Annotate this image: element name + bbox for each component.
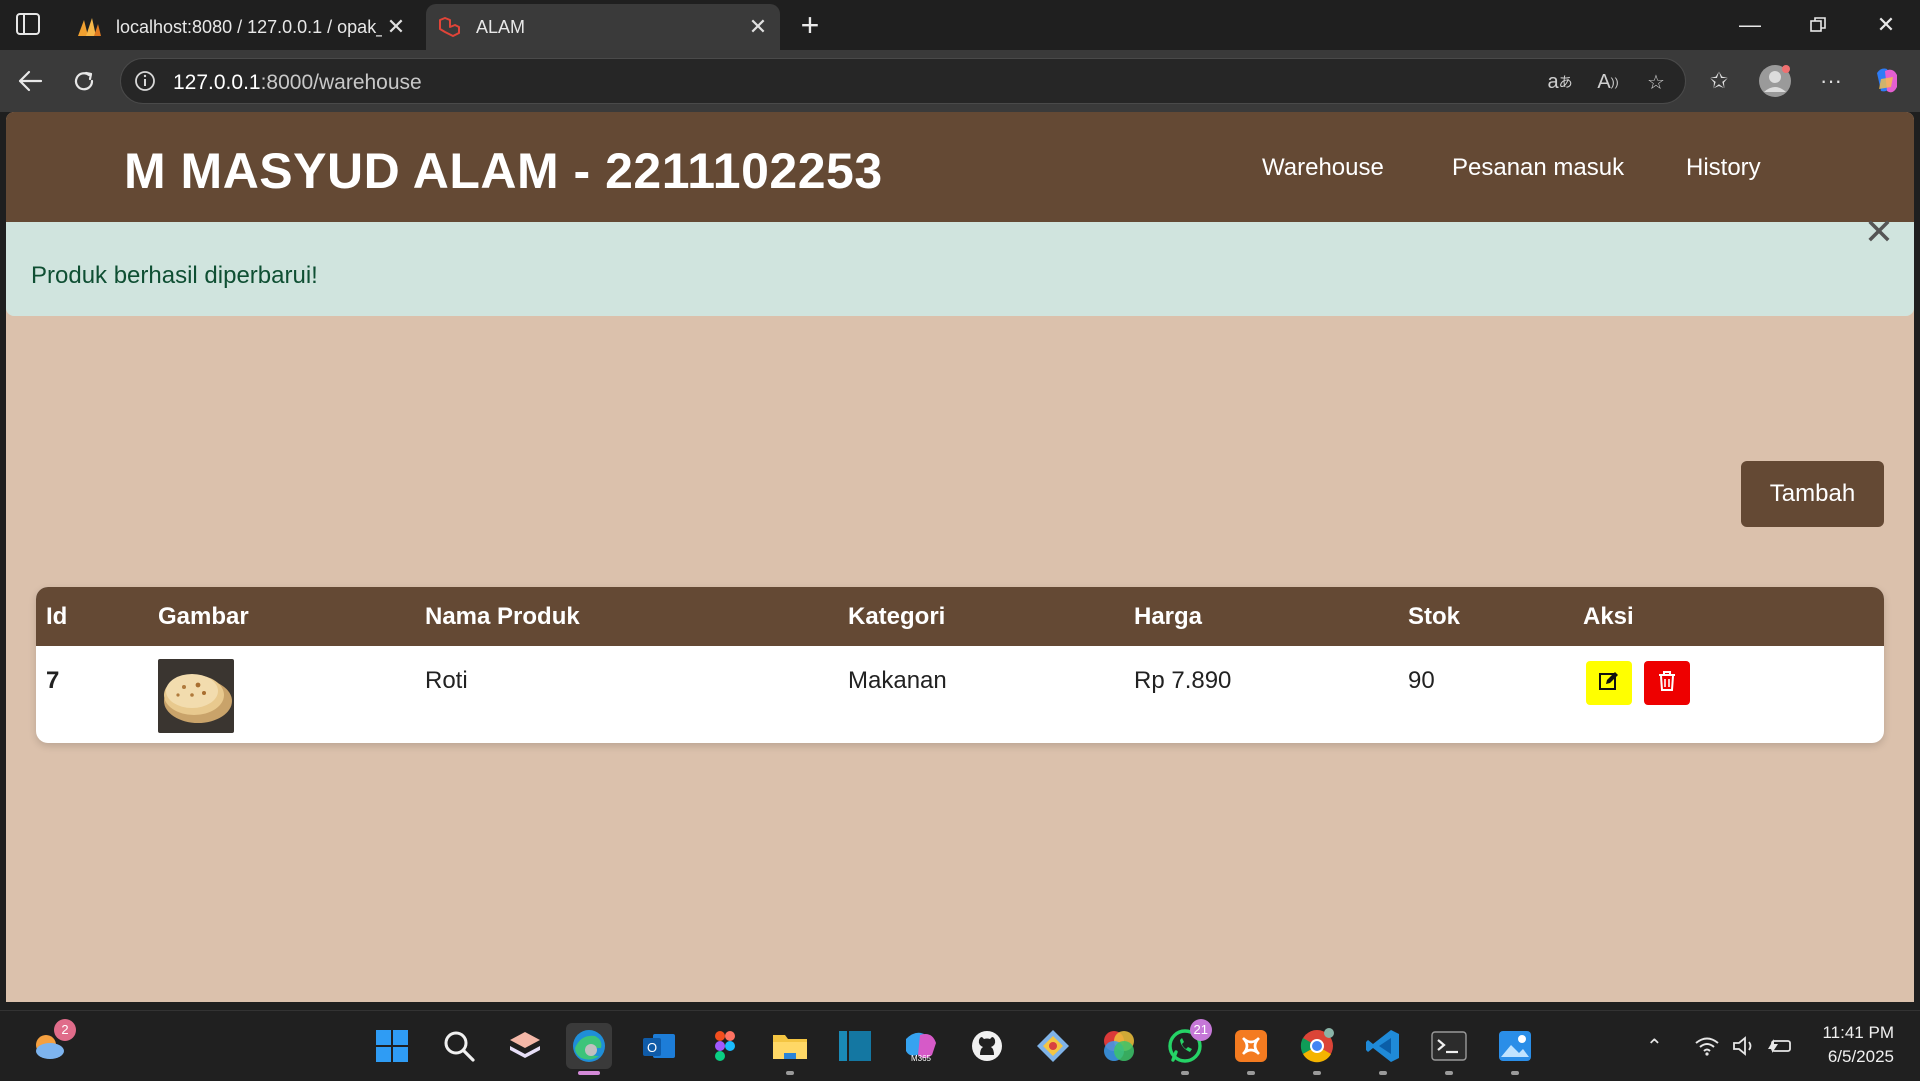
cell-harga: Rp 7.890 [1134,667,1232,694]
running-indicator [1313,1071,1321,1075]
svg-text:M365: M365 [911,1054,932,1063]
copilot-icon[interactable] [1868,62,1906,100]
color-app-icon[interactable] [1096,1023,1142,1069]
window-controls: — ✕ [1716,0,1920,50]
cell-nama-produk: Roti [425,667,468,694]
success-alert: Produk berhasil diperbarui! ✕ [6,214,1914,316]
start-icon[interactable] [369,1023,415,1069]
add-product-button[interactable]: Tambah [1741,461,1884,527]
stack-app-icon[interactable] [502,1023,548,1069]
header-id: Id [46,603,68,630]
vscode-icon[interactable] [1360,1023,1406,1075]
close-window-icon[interactable]: ✕ [1852,0,1920,50]
profile-avatar[interactable] [1756,62,1794,100]
wifi-icon[interactable] [1694,1011,1720,1081]
header-stok: Stok [1408,603,1461,630]
edit-button[interactable] [1586,661,1632,705]
weather-icon[interactable]: 2 [26,1019,76,1069]
search-icon[interactable] [436,1023,482,1069]
favorites-icon[interactable]: ✩ [1700,62,1738,100]
address-bar[interactable]: 127.0.0.1:8000/warehouse aあ A)) ☆ [120,58,1686,104]
running-indicator [1181,1071,1189,1075]
delete-button[interactable] [1644,661,1690,705]
running-indicator [786,1071,794,1075]
more-menu-icon[interactable]: ··· [1812,62,1850,100]
refresh-icon[interactable] [64,62,104,100]
browser-toolbar: 127.0.0.1:8000/warehouse aあ A)) ☆ ✩ ··· [0,50,1920,112]
restore-icon[interactable] [1784,0,1852,50]
file-explorer-icon[interactable] [767,1023,813,1075]
minimize-icon[interactable]: — [1716,0,1784,50]
browser-tab-bar: localhost:8080 / 127.0.0.1 / opak_l ✕ AL… [0,0,1920,50]
laravel-icon [436,14,462,40]
terminal-icon[interactable] [1426,1023,1472,1075]
battery-icon[interactable] [1766,1011,1794,1081]
weather-badge: 2 [54,1019,76,1041]
chrome-icon[interactable] [1294,1023,1340,1075]
photos-icon[interactable] [1492,1023,1538,1075]
trash-icon [1657,670,1677,697]
translate-icon[interactable]: aあ [1545,69,1575,95]
windows-taskbar: 2 O M365 21 ⌃ 11:41 PM 6/5/2025 [0,1010,1920,1080]
nav-warehouse[interactable]: Warehouse [1262,154,1384,182]
running-indicator [1511,1071,1519,1075]
page-viewport: M MASYUD ALAM - 2211102253 Warehouse Pes… [6,112,1914,1002]
outlook-icon[interactable]: O [636,1023,682,1069]
tab-title: localhost:8080 / 127.0.0.1 / opak_l [116,16,382,37]
nav-pesanan-masuk[interactable]: Pesanan masuk [1452,154,1624,182]
tab-actions-icon[interactable] [14,11,44,39]
running-indicator [1379,1071,1387,1075]
site-header: M MASYUD ALAM - 2211102253 Warehouse Pes… [6,112,1914,222]
system-clock[interactable]: 11:41 PM 6/5/2025 [1822,1021,1894,1069]
cell-id: 7 [46,667,60,694]
reader-app-icon[interactable] [832,1023,878,1069]
alert-close-icon[interactable]: ✕ [1864,214,1894,250]
whatsapp-badge: 21 [1189,1019,1212,1041]
header-nama-produk: Nama Produk [425,603,580,630]
new-tab-button[interactable]: + [792,8,828,44]
tab-title: ALAM [476,16,526,37]
alert-message: Produk berhasil diperbarui! [31,262,318,289]
read-aloud-icon[interactable]: A)) [1593,69,1623,95]
github-icon[interactable] [964,1023,1010,1069]
header-harga: Harga [1134,603,1203,630]
clock-time: 11:41 PM [1822,1023,1894,1042]
tray-overflow-icon[interactable]: ⌃ [1646,1011,1663,1081]
header-kategori: Kategori [848,603,946,630]
cell-kategori: Makanan [848,667,947,694]
edit-icon [1598,670,1620,697]
clock-date: 6/5/2025 [1827,1047,1894,1066]
products-table: Id Gambar Nama Produk Kategori Harga Sto… [36,587,1884,743]
git-tool-icon[interactable] [1030,1023,1076,1069]
cell-stok: 90 [1408,667,1435,694]
microsoft-365-icon[interactable]: M365 [898,1023,944,1069]
product-image [158,659,234,733]
volume-icon[interactable] [1732,1011,1758,1081]
header-gambar: Gambar [158,603,249,630]
back-icon[interactable] [10,62,50,100]
xampp-icon[interactable] [1228,1023,1274,1075]
figma-icon[interactable] [702,1023,748,1069]
favorite-star-icon[interactable]: ☆ [1641,69,1671,95]
site-info-icon[interactable] [133,69,157,93]
site-brand[interactable]: M MASYUD ALAM - 2211102253 [124,142,883,200]
tab-alam[interactable]: ALAM ✕ [426,4,780,50]
phpmyadmin-icon [76,14,102,40]
svg-text:O: O [647,1040,657,1055]
close-tab-icon[interactable]: ✕ [382,13,410,41]
tab-phpmyadmin[interactable]: localhost:8080 / 127.0.0.1 / opak_l ✕ [66,4,418,50]
edge-icon[interactable] [566,1023,612,1075]
whatsapp-icon[interactable]: 21 [1162,1019,1212,1075]
running-indicator [1445,1071,1453,1075]
header-aksi: Aksi [1583,603,1634,630]
table-header: Id Gambar Nama Produk Kategori Harga Sto… [36,587,1884,646]
nav-history[interactable]: History [1686,154,1761,182]
running-indicator [1247,1071,1255,1075]
close-tab-icon[interactable]: ✕ [744,13,772,41]
url-text[interactable]: 127.0.0.1:8000/warehouse [173,71,422,95]
active-indicator [578,1071,600,1075]
